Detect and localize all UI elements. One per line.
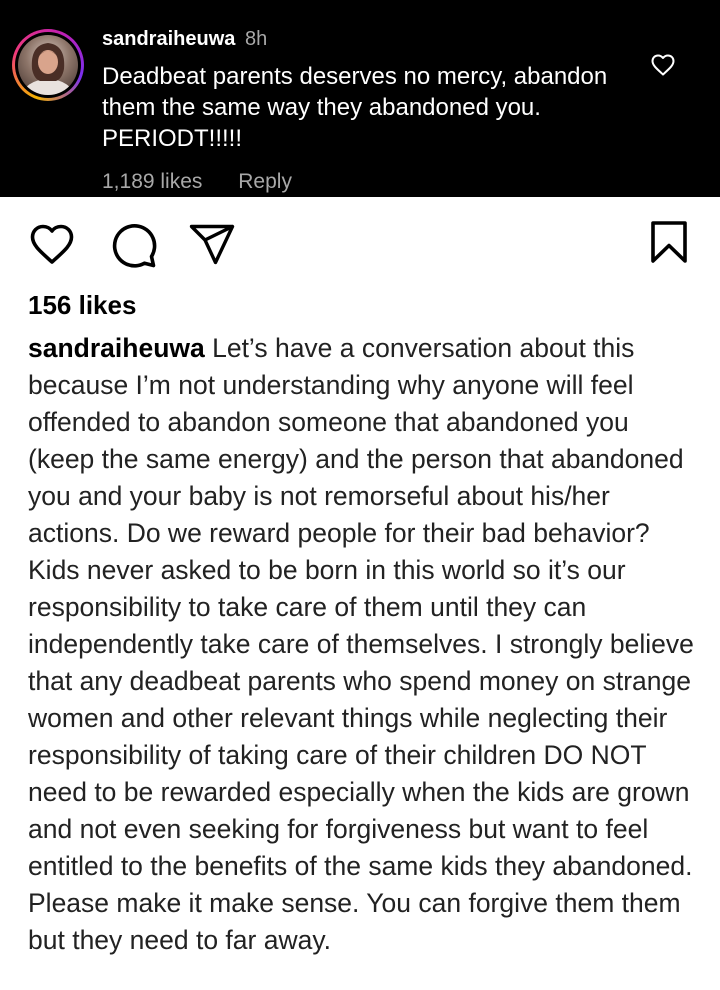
avatar[interactable] xyxy=(12,29,84,101)
comment-header: sandraiheuwa 8h xyxy=(102,28,267,51)
post-caption: sandraiheuwa Let’s have a conversation a… xyxy=(28,330,700,959)
avatar-ring-gap xyxy=(15,32,81,98)
heart-outline-icon[interactable] xyxy=(28,222,76,266)
avatar-image xyxy=(22,43,74,95)
speech-bubble-icon[interactable] xyxy=(108,220,158,268)
comment-timestamp: 8h xyxy=(244,28,268,50)
caption-username[interactable]: sandraiheuwa xyxy=(28,333,205,363)
instagram-post-screen: sandraiheuwa 8h Deadbeat parents deserve… xyxy=(0,0,720,990)
reply-button[interactable]: Reply xyxy=(238,170,292,193)
comment-username[interactable]: sandraiheuwa xyxy=(102,28,235,50)
comment-card: sandraiheuwa 8h Deadbeat parents deserve… xyxy=(0,0,720,197)
heart-outline-icon[interactable] xyxy=(650,53,676,77)
comment-meta: 1,189 likes Reply xyxy=(102,170,292,194)
caption-text: Let’s have a conversation about this bec… xyxy=(28,333,694,955)
avatar-photo xyxy=(18,35,78,95)
post-like-count[interactable]: 156 likes xyxy=(28,290,136,321)
comment-text: Deadbeat parents deserves no mercy, aban… xyxy=(102,63,608,152)
paper-plane-icon[interactable] xyxy=(188,222,236,266)
comment-like-count[interactable]: 1,189 likes xyxy=(102,170,202,193)
bookmark-icon[interactable] xyxy=(649,220,689,264)
